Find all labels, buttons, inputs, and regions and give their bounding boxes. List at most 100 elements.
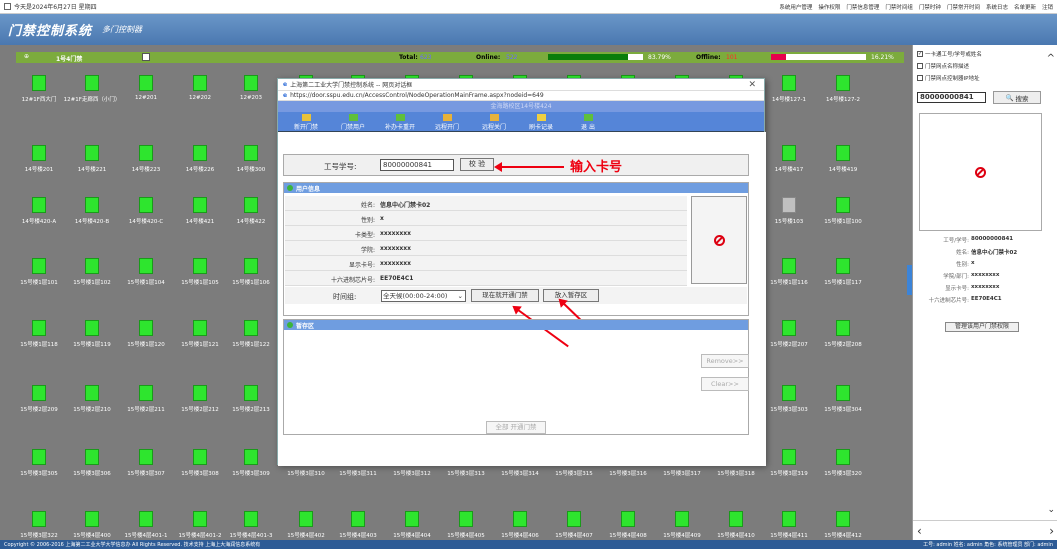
door-icon[interactable] xyxy=(85,320,99,336)
door-icon[interactable] xyxy=(139,145,153,161)
top-link[interactable]: 门禁信息管理 xyxy=(846,3,879,11)
scroll-up-icon[interactable]: ^ xyxy=(1047,53,1055,64)
door-icon[interactable] xyxy=(85,258,99,274)
door-icon[interactable] xyxy=(139,511,153,527)
door-icon[interactable] xyxy=(836,258,850,274)
door-icon[interactable] xyxy=(32,511,46,527)
door-icon[interactable] xyxy=(32,449,46,465)
top-link[interactable]: 操作权限 xyxy=(818,3,840,11)
door-icon[interactable] xyxy=(139,75,153,91)
filter-checkbox[interactable]: ✓ 一卡通工号/学号或姓名 xyxy=(917,50,1047,58)
toolbar-button[interactable]: 刷卡记录 xyxy=(519,114,563,131)
door-icon[interactable] xyxy=(139,258,153,274)
expand-icon[interactable]: ⊕ xyxy=(24,53,29,60)
scroll-right-icon[interactable]: › xyxy=(1049,524,1054,538)
door-icon[interactable] xyxy=(193,385,207,401)
top-link[interactable]: 注销 xyxy=(1042,3,1053,11)
door-icon[interactable] xyxy=(85,145,99,161)
door-icon[interactable] xyxy=(193,511,207,527)
top-link[interactable]: 系统日志 xyxy=(986,3,1008,11)
door-icon[interactable] xyxy=(729,511,743,527)
remove-button[interactable]: Remove>> xyxy=(701,354,749,368)
top-link[interactable]: 门禁时间组 xyxy=(885,3,913,11)
toolbar-button[interactable]: 远程关门 xyxy=(472,114,516,131)
open-now-button[interactable]: 现在就开通门禁 xyxy=(471,289,539,302)
checkbox-icon[interactable] xyxy=(917,63,923,69)
door-icon[interactable] xyxy=(351,511,365,527)
door-icon[interactable] xyxy=(139,385,153,401)
door-icon[interactable] xyxy=(32,385,46,401)
door-icon[interactable] xyxy=(621,511,635,527)
door-icon[interactable] xyxy=(244,145,258,161)
top-link[interactable]: 门禁常开时间 xyxy=(947,3,980,11)
door-icon[interactable] xyxy=(85,75,99,91)
top-link[interactable]: 系统用户管理 xyxy=(779,3,812,11)
door-icon[interactable] xyxy=(567,511,581,527)
horizontal-scrollbar[interactable]: ‹ › xyxy=(913,520,1057,540)
door-icon[interactable] xyxy=(836,449,850,465)
door-icon[interactable] xyxy=(244,75,258,91)
toolbar-button[interactable]: 新开门禁 xyxy=(284,114,328,131)
door-icon[interactable] xyxy=(782,197,796,213)
door-icon[interactable] xyxy=(244,320,258,336)
door-icon[interactable] xyxy=(244,258,258,274)
door-icon[interactable] xyxy=(782,258,796,274)
check-button[interactable]: 校 验 xyxy=(460,158,494,171)
door-icon[interactable] xyxy=(85,385,99,401)
time-group-select[interactable]: 全天候(00:00-24:00) ⌄ xyxy=(381,290,466,302)
top-link[interactable]: 门禁时钟 xyxy=(919,3,941,11)
door-icon[interactable] xyxy=(782,145,796,161)
door-icon[interactable] xyxy=(782,385,796,401)
door-icon[interactable] xyxy=(193,449,207,465)
door-icon[interactable] xyxy=(675,511,689,527)
close-icon[interactable]: ✕ xyxy=(748,80,756,90)
toolbar-button[interactable]: 补办卡重开 xyxy=(378,114,422,131)
scroll-left-icon[interactable]: ‹ xyxy=(917,524,922,538)
door-icon[interactable] xyxy=(459,511,473,527)
add-to-temp-button[interactable]: 放入暂存区 xyxy=(543,289,599,302)
filter-checkbox[interactable]: 门禁网点控制器IP地址 xyxy=(917,74,1047,82)
door-icon[interactable] xyxy=(836,320,850,336)
door-icon[interactable] xyxy=(513,511,527,527)
door-icon[interactable] xyxy=(782,511,796,527)
door-icon[interactable] xyxy=(193,320,207,336)
top-link[interactable]: 名单更新 xyxy=(1014,3,1036,11)
door-icon[interactable] xyxy=(139,320,153,336)
door-icon[interactable] xyxy=(32,258,46,274)
door-icon[interactable] xyxy=(85,197,99,213)
door-icon[interactable] xyxy=(139,197,153,213)
door-icon[interactable] xyxy=(244,197,258,213)
door-icon[interactable] xyxy=(85,511,99,527)
open-all-button[interactable]: 全部 开通门禁 xyxy=(486,421,546,434)
group-select[interactable] xyxy=(142,53,150,61)
door-icon[interactable] xyxy=(836,145,850,161)
toolbar-button[interactable]: 门禁用户 xyxy=(331,114,375,131)
door-icon[interactable] xyxy=(139,449,153,465)
toolbar-button[interactable]: 退 出 xyxy=(566,114,610,131)
checkbox-icon[interactable] xyxy=(917,75,923,81)
door-icon[interactable] xyxy=(782,449,796,465)
door-icon[interactable] xyxy=(32,197,46,213)
door-icon[interactable] xyxy=(193,197,207,213)
door-icon[interactable] xyxy=(193,75,207,91)
door-icon[interactable] xyxy=(836,385,850,401)
door-icon[interactable] xyxy=(782,320,796,336)
door-icon[interactable] xyxy=(193,258,207,274)
door-icon[interactable] xyxy=(836,511,850,527)
toolbar-button[interactable]: 远程开门 xyxy=(425,114,469,131)
checkbox-checked-icon[interactable]: ✓ xyxy=(917,51,923,57)
door-icon[interactable] xyxy=(405,511,419,527)
door-icon[interactable] xyxy=(85,449,99,465)
manage-permission-button[interactable]: 管理该用户门禁权限 xyxy=(945,322,1019,332)
door-icon[interactable] xyxy=(32,75,46,91)
door-icon[interactable] xyxy=(193,145,207,161)
door-icon[interactable] xyxy=(782,75,796,91)
search-input[interactable]: 80000000841 xyxy=(917,92,986,103)
scroll-down-icon[interactable]: ⌄ xyxy=(1047,505,1055,515)
door-icon[interactable] xyxy=(244,449,258,465)
door-icon[interactable] xyxy=(244,385,258,401)
id-input[interactable]: 80000000841 xyxy=(380,159,454,171)
door-icon[interactable] xyxy=(299,511,313,527)
door-icon[interactable] xyxy=(32,320,46,336)
door-icon[interactable] xyxy=(836,75,850,91)
